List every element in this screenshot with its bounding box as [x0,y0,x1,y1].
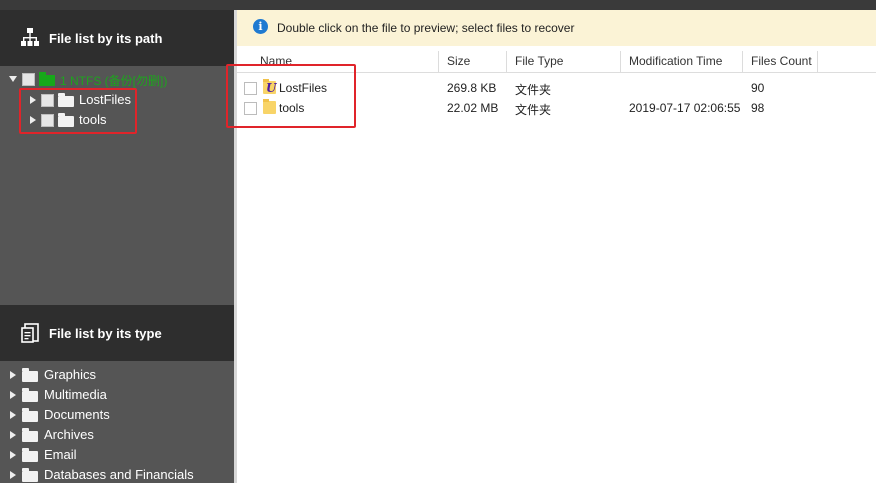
row-name: LostFiles [279,81,328,95]
table-row[interactable]: tools 22.02 MB 文件夹 2019-07-17 02:06:55 9… [236,98,876,118]
folder-icon [22,448,38,462]
type-list-heading[interactable]: File list by its type [0,305,234,361]
expand-arrow-icon[interactable] [10,371,16,379]
column-files-count[interactable]: Files Count [743,51,818,72]
path-list-heading-label: File list by its path [49,31,163,46]
type-item-label: Documents [44,407,110,422]
row-name: tools [279,101,305,115]
row-checkbox[interactable] [244,102,257,115]
folder-icon [22,468,38,482]
type-item-archives[interactable]: Archives [0,425,234,445]
expand-arrow-icon[interactable] [10,391,16,399]
expand-arrow-icon[interactable] [30,116,36,124]
type-item-label: Graphics [44,367,97,382]
collapse-arrow-icon[interactable] [9,76,17,82]
row-size: 269.8 KB [447,81,497,95]
type-item-label: Multimedia [44,387,107,402]
expand-arrow-icon[interactable] [10,411,16,419]
column-file-type[interactable]: File Type [507,51,621,72]
drive-folder-icon [39,72,55,86]
info-icon: i [253,19,268,34]
info-bar: i Double click on the file to preview; s… [236,10,876,46]
file-list-pane: i Double click on the file to preview; s… [234,10,876,483]
info-message: Double click on the file to preview; sel… [277,21,575,35]
tree-root-label: 1 NTFS (备份[勿删]) [60,74,168,88]
tree-root-item[interactable]: 1 NTFS (备份[勿删]) [0,69,234,89]
lost-files-folder-icon: U [263,79,276,94]
type-item-databases[interactable]: Databases and Financials [0,465,234,485]
column-name[interactable]: Name [236,51,439,72]
folder-icon [263,99,276,114]
file-type-icon [21,323,39,343]
column-size[interactable]: Size [439,51,507,72]
row-count: 98 [751,101,765,115]
tree-item-label: tools [79,112,107,127]
row-type: 文件夹 [515,83,552,97]
tree-item-checkbox[interactable] [41,114,54,127]
tree-root-checkbox[interactable] [22,73,35,86]
table-header: Name Size File Type Modification Time Fi… [236,51,876,73]
folder-icon [22,368,38,382]
expand-arrow-icon[interactable] [10,451,16,459]
folder-icon [58,113,74,127]
type-item-documents[interactable]: Documents [0,405,234,425]
folder-icon [22,408,38,422]
row-checkbox[interactable] [244,82,257,95]
tree-item-checkbox[interactable] [41,94,54,107]
tree-item-lostfiles[interactable]: LostFiles [0,90,234,110]
folder-icon [22,388,38,402]
row-type: 文件夹 [515,103,552,117]
type-list-heading-label: File list by its type [49,326,162,341]
expand-arrow-icon[interactable] [30,96,36,104]
type-item-multimedia[interactable]: Multimedia [0,385,234,405]
type-item-label: Email [44,447,77,462]
folder-icon [22,428,38,442]
type-item-email[interactable]: Email [0,445,234,465]
expand-arrow-icon[interactable] [10,471,16,479]
expand-arrow-icon[interactable] [10,431,16,439]
row-modified: 2019-07-17 02:06:55 [629,101,741,115]
row-count: 90 [751,81,765,95]
column-modification-time[interactable]: Modification Time [621,51,743,72]
row-size: 22.02 MB [447,101,499,115]
type-item-label: Databases and Financials [44,467,194,482]
tree-item-label: LostFiles [79,92,132,107]
type-item-label: Archives [44,427,94,442]
type-item-graphics[interactable]: Graphics [0,365,234,385]
pane-splitter[interactable] [234,10,237,483]
tree-item-tools[interactable]: tools [0,110,234,130]
table-row[interactable]: U LostFiles 269.8 KB 文件夹 90 [236,78,876,98]
path-list-heading[interactable]: File list by its path [0,10,234,66]
window-top-bar [0,0,876,10]
sitemap-icon [21,28,39,46]
folder-icon [58,93,74,107]
